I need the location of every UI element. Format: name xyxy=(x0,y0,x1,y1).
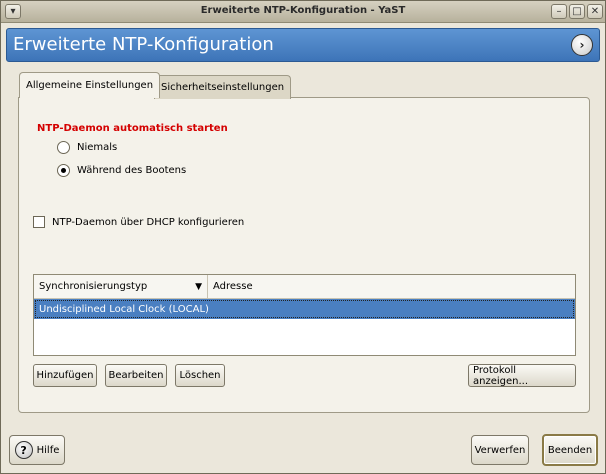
radio-never-label: Niemals xyxy=(77,142,118,153)
maximize-button[interactable]: □ xyxy=(569,4,585,19)
page-title: Erweiterte NTP-Konfiguration xyxy=(13,34,274,55)
table-header: Synchronisierungstyp ▼ Adresse xyxy=(34,275,575,299)
help-arrow-icon[interactable]: › xyxy=(571,34,593,56)
table-cell-sync-type: Undisciplined Local Clock (LOCAL) xyxy=(39,303,209,315)
close-button[interactable]: ✕ xyxy=(587,4,603,19)
dhcp-checkbox-label: NTP-Daemon über DHCP konfigurieren xyxy=(52,216,245,228)
radio-during-boot-label: Während des Bootens xyxy=(77,165,187,176)
app-window: ▾ Erweiterte NTP-Konfiguration - YaST – … xyxy=(0,0,606,474)
dhcp-checkbox[interactable] xyxy=(33,216,45,228)
title-bar[interactable]: ▾ Erweiterte NTP-Konfiguration - YaST – … xyxy=(1,1,605,23)
edit-button[interactable]: Bearbeiten xyxy=(105,364,167,387)
radio-never[interactable]: Niemals xyxy=(57,141,117,154)
server-table[interactable]: Synchronisierungstyp ▼ Adresse Undiscipl… xyxy=(33,274,576,356)
column-header-sync-type[interactable]: Synchronisierungstyp ▼ xyxy=(34,275,208,298)
radio-selected-dot xyxy=(61,168,66,173)
dhcp-checkbox-row[interactable]: NTP-Daemon über DHCP konfigurieren xyxy=(33,216,244,228)
radio-during-boot-control[interactable] xyxy=(57,164,70,177)
radio-never-control[interactable] xyxy=(57,141,70,154)
help-icon: ? xyxy=(14,441,33,459)
add-button[interactable]: Hinzufügen xyxy=(33,364,97,387)
tab-sicherheitseinstellungen[interactable]: Sicherheitseinstellungen xyxy=(154,75,292,99)
show-log-button[interactable]: Protokoll anzeigen... xyxy=(468,364,576,387)
table-row[interactable]: Undisciplined Local Clock (LOCAL) xyxy=(34,299,575,319)
finish-button[interactable]: Beenden xyxy=(542,434,598,466)
tab-panel: NTP-Daemon automatisch starten Niemals W… xyxy=(18,97,590,413)
page-header: Erweiterte NTP-Konfiguration › xyxy=(6,28,600,62)
tab-allgemeine-einstellungen[interactable]: Allgemeine Einstellungen xyxy=(19,72,161,98)
help-button[interactable]: ? Hilfe xyxy=(9,435,65,465)
window-title: Erweiterte NTP-Konfiguration - YaST xyxy=(200,5,406,16)
minimize-button[interactable]: – xyxy=(551,4,567,19)
column-header-address[interactable]: Adresse xyxy=(208,275,575,298)
discard-button[interactable]: Verwerfen xyxy=(471,435,529,465)
column-header-sync-type-label: Synchronisierungstyp xyxy=(39,281,148,292)
help-button-label: Hilfe xyxy=(36,444,60,456)
delete-button[interactable]: Löschen xyxy=(175,364,225,387)
radio-during-boot[interactable]: Während des Bootens xyxy=(57,164,186,177)
chevron-down-icon[interactable]: ▼ xyxy=(195,282,202,292)
autostart-section-label: NTP-Daemon automatisch starten xyxy=(37,123,228,134)
